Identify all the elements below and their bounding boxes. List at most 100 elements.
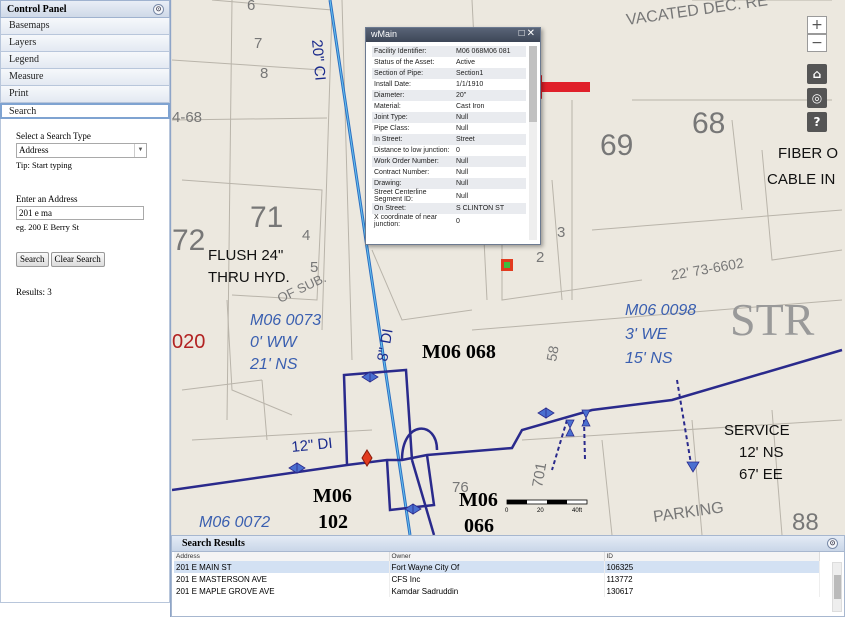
cell-id[interactable]: 113772 [604,573,820,585]
attribute-key: Work Order Number: [374,158,439,165]
control-panel-header: Control Panel ⊙ [0,0,170,18]
attribute-value: 0 [456,217,460,225]
search-button[interactable]: Search [16,252,49,267]
attribute-value: Null [456,192,469,200]
label-lot-68: 68 [692,107,725,140]
label-lot-72: 72 [172,224,205,257]
cell-owner[interactable]: CFS Inc [389,573,605,585]
popup-attribute-row: Work Order Number: Null [372,156,526,167]
search-results-title: Search Results [182,538,245,549]
label-m06-0098-b: 3' WE [625,326,668,343]
attribute-key: Joint Type: [374,114,408,121]
label-m06-0073-a: M06 0073 [250,312,321,329]
search-results-header: Search Results ⊙ [172,536,844,552]
collapse-results-icon[interactable]: ⊙ [827,538,838,549]
attribute-key: Pipe Class: [374,125,410,132]
scale-bar [506,499,588,505]
attribute-key: On Street: [374,205,406,212]
attribute-value: Null [456,158,469,165]
zoom-in-button[interactable]: + [807,16,827,34]
label-m06-0073-b: 0' WW [250,334,299,351]
attribute-key: Contract Number: [374,169,430,176]
label-dim: 22' 73-6602 [670,254,745,283]
table-row[interactable]: 201 E MAPLE GROVE AVE Kamdar Sadruddin 130… [174,585,820,597]
accordion-basemaps[interactable]: Basemaps [0,18,170,35]
address-label: Enter an Address [16,194,78,204]
accordion-legend[interactable]: Legend [0,52,170,69]
label-m06-0098-a: M06 0098 [625,302,696,319]
label-12di: 12" DI [291,435,334,456]
popup-attribute-row: Material: Cast Iron [372,101,526,112]
popup-controls[interactable]: □✕ [519,28,537,39]
results-scrollbar[interactable] [832,562,842,612]
label-20ci: 20" CI [308,39,329,82]
cell-id[interactable]: 106325 [604,561,820,573]
attribute-value: 20" [456,92,467,99]
label-m06-102-b: 102 [318,511,348,533]
attribute-value: Street [456,136,475,143]
chevron-down-icon[interactable]: ▼ [134,144,146,157]
zoom-out-button[interactable]: − [807,34,827,52]
label-8di: 8" DI [374,327,396,362]
label-lot-58: 58 [543,344,561,362]
accordion-print[interactable]: Print [0,86,170,103]
attribute-value: S CLINTON ST [456,205,505,212]
search-type-select[interactable]: Address ▼ [16,143,147,158]
label-lot-4: 4 [302,227,310,244]
label-lot-6: 6 [247,0,255,14]
cell-address[interactable]: 201 E MASTERSON AVE [174,573,390,585]
results-scroll-thumb[interactable] [834,575,841,599]
help-icon[interactable]: ? [807,112,827,132]
popup-scrollbar[interactable] [529,46,537,240]
maximize-icon[interactable]: □ [519,28,527,39]
cell-address[interactable]: 201 E MAIN ST [174,561,390,573]
col-owner[interactable]: Owner [389,552,605,561]
label-m06-0098-c: 15' NS [625,350,673,367]
cell-id[interactable]: 130617 [604,585,820,597]
cell-owner[interactable]: Kamdar Sadruddin [389,585,605,597]
cell-owner[interactable]: Fort Wayne City Of [389,561,605,573]
col-id[interactable]: ID [604,552,820,561]
home-icon[interactable]: ⌂ [807,64,827,84]
clear-search-button[interactable]: Clear Search [50,252,105,267]
popup-attribute-row: Pipe Class: Null [372,123,526,134]
label-cable: CABLE IN [767,171,835,188]
popup-attribute-row: Drawing: Null [372,178,526,189]
collapse-icon[interactable]: ⊙ [153,4,164,15]
label-flush1: FLUSH 24" [208,247,283,264]
attribute-value: Section1 [456,70,484,77]
attribute-value: Active [456,59,476,66]
col-address[interactable]: Address [174,552,390,561]
attribute-key: Section of Pipe: [374,70,424,77]
table-row[interactable]: 201 E MAIN ST Fort Wayne City Of 106325 [174,561,820,573]
locate-icon[interactable]: ◎ [807,88,827,108]
address-input[interactable]: 201 e ma [16,206,144,220]
search-type-value: Address [19,145,49,155]
accordion-search[interactable]: Search [0,103,170,119]
label-lot-2: 2 [536,249,544,266]
label-lot-5: 5 [310,259,318,276]
results-count: Results: 3 [16,287,52,297]
attribute-key: Drawing: [374,180,402,187]
search-tip: Tip: Start typing [16,160,72,170]
table-row[interactable]: 201 E MASTERSON AVE CFS Inc 113772 [174,573,820,585]
popup-title: wMain [371,29,398,39]
cell-address[interactable]: 201 E MAPLE GROVE AVE [174,585,390,597]
label-m06-0073-c: 21' NS [249,356,298,373]
search-results-panel: Search Results ⊙ Address Owner ID 201 E … [171,535,845,617]
popup-scroll-thumb[interactable] [529,46,537,122]
attribute-value: Null [456,114,469,121]
popup-attribute-row: In Street: Street [372,134,526,145]
accordion-layers[interactable]: Layers [0,35,170,52]
label-lot-88: 88 [792,509,819,535]
results-header-row: Address Owner ID [174,552,820,561]
label-m06-102-a: M06 [313,485,352,507]
label-lot-69: 69 [600,129,633,162]
popup-titlebar: wMain □✕ [366,28,540,42]
popup-attributes: Facility Identifier: M06 068M06 081 Status… [372,46,526,240]
accordion-measure[interactable]: Measure [0,69,170,86]
popup-attribute-row: Facility Identifier: M06 068M06 081 [372,46,526,57]
label-parking: PARKING [652,499,725,526]
close-icon[interactable]: ✕ [527,28,537,39]
service-laterals [551,379,693,471]
